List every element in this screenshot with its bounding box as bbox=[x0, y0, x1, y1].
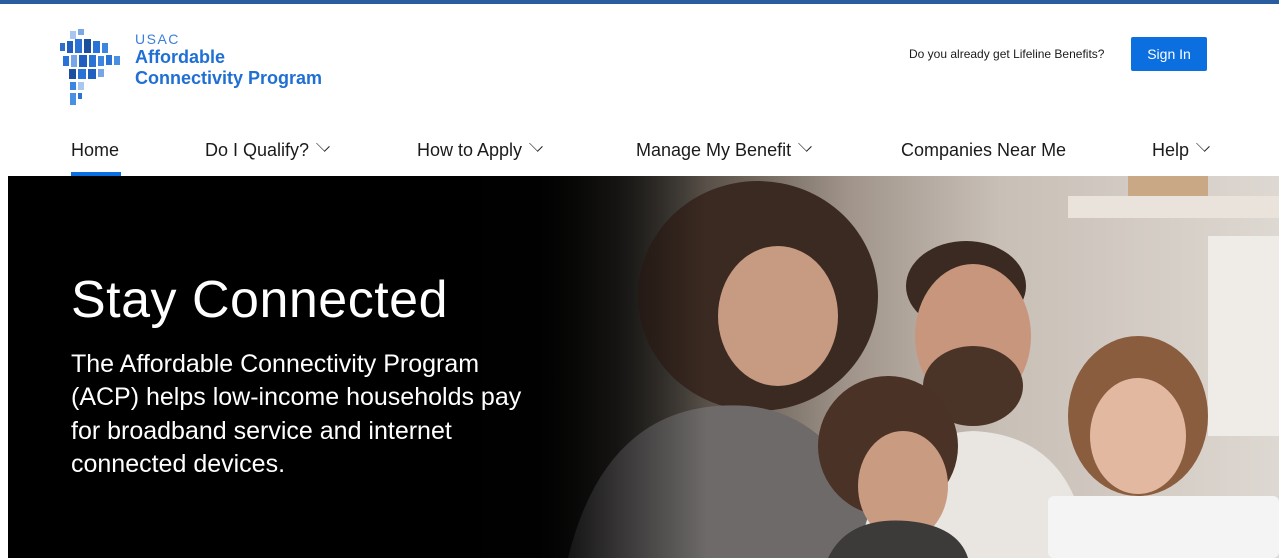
hero-title: Stay Connected bbox=[71, 271, 449, 329]
nav-do-i-qualify[interactable]: Do I Qualify? bbox=[205, 138, 330, 161]
logo-name-line2: Connectivity Program bbox=[135, 67, 323, 88]
nav-home[interactable]: Home bbox=[71, 140, 119, 161]
nav-apply-label: How to Apply bbox=[417, 140, 523, 160]
lifeline-question: Do you already get Lifeline Benefits? bbox=[909, 47, 1105, 61]
nav-companies-near-me[interactable]: Companies Near Me bbox=[901, 140, 1066, 161]
nav-home-label: Home bbox=[71, 140, 120, 160]
logo-name-line1: Affordable bbox=[135, 47, 225, 68]
nav-how-to-apply[interactable]: How to Apply bbox=[417, 138, 543, 161]
main-nav: Home Do I Qualify? How to Apply Manage M… bbox=[0, 138, 1279, 176]
nav-help-label: Help bbox=[1152, 140, 1190, 160]
chevron-down-icon bbox=[316, 138, 330, 152]
chevron-down-icon bbox=[1196, 138, 1210, 152]
usac-logo[interactable]: USAC Affordable Connectivity Program bbox=[60, 29, 360, 109]
logo-text: USAC Affordable Connectivity Program bbox=[135, 31, 322, 88]
nav-manage-label: Manage My Benefit bbox=[636, 140, 792, 160]
chevron-down-icon bbox=[798, 138, 812, 152]
hero-description: The Affordable Connectivity Program (ACP… bbox=[71, 350, 522, 478]
hero-banner: Stay Connected The Affordable Connectivi… bbox=[8, 176, 1279, 558]
nav-qualify-label: Do I Qualify? bbox=[205, 140, 310, 160]
nav-manage-benefit[interactable]: Manage My Benefit bbox=[636, 138, 812, 161]
sign-in-button[interactable]: Sign In bbox=[1131, 37, 1207, 71]
nav-help[interactable]: Help bbox=[1152, 138, 1210, 161]
nav-companies-label: Companies Near Me bbox=[901, 140, 1067, 160]
chevron-down-icon bbox=[529, 138, 543, 152]
logo-org: USAC bbox=[135, 31, 180, 47]
usac-map-logo-icon bbox=[60, 29, 120, 105]
